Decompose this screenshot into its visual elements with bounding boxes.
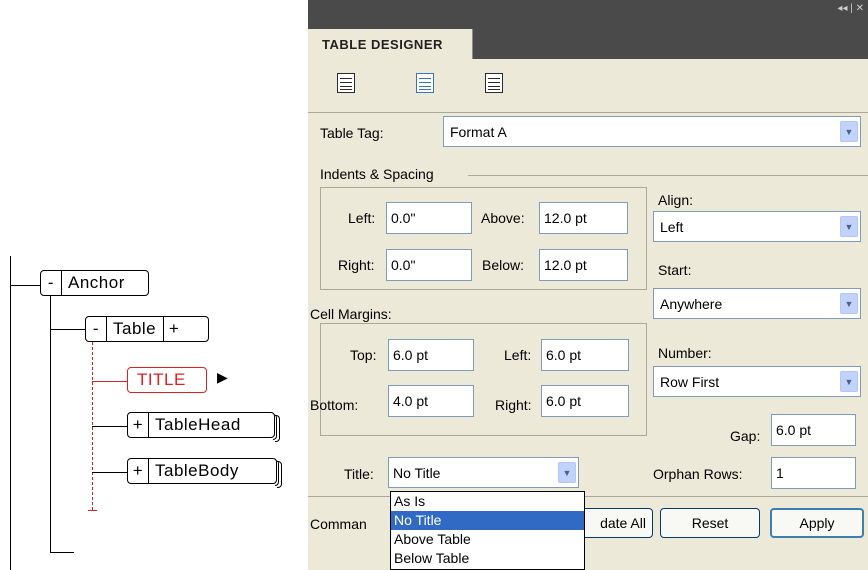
title-value: No Title xyxy=(393,464,441,481)
apply-button[interactable]: Apply xyxy=(770,508,864,538)
collapse-toggle[interactable]: - xyxy=(86,317,107,341)
right-margin-label: Right: xyxy=(495,397,532,413)
tab-bar-empty xyxy=(473,29,868,59)
table-tag-value: Format A xyxy=(450,123,507,140)
align-value: Left xyxy=(660,218,684,235)
collapse-toggle[interactable]: - xyxy=(41,271,62,295)
tab-table-designer[interactable]: TABLE DESIGNER xyxy=(312,29,473,59)
title-option[interactable]: As Is xyxy=(391,492,584,511)
title-options-list[interactable]: As Is No Title Above Table Below Table xyxy=(390,491,585,570)
title-option-selected[interactable]: No Title xyxy=(391,511,584,530)
above-spacing-input[interactable]: 12.0 pt xyxy=(539,202,628,234)
expand-toggle[interactable]: + xyxy=(128,459,149,483)
left-indent-label: Left: xyxy=(348,210,376,226)
node-label: Anchor xyxy=(68,273,125,292)
start-label: Start: xyxy=(658,262,692,278)
tree-root-line xyxy=(10,256,11,570)
tree-connector xyxy=(88,510,97,511)
tree-connector xyxy=(92,381,127,382)
number-select[interactable]: Row First ▼ xyxy=(653,366,861,397)
start-value: Anywhere xyxy=(660,295,723,312)
chevron-down-icon[interactable]: ▼ xyxy=(840,293,858,314)
top-margin-input[interactable]: 6.0 pt xyxy=(388,339,474,371)
right-margin-input[interactable]: 6.0 pt xyxy=(541,385,629,417)
below-spacing-label: Below: xyxy=(482,257,525,273)
left-indent-input[interactable]: 0.0" xyxy=(386,202,472,234)
update-all-label: date All xyxy=(600,515,646,531)
chevron-down-icon[interactable]: ▼ xyxy=(558,462,576,483)
tree-node-tablehead[interactable]: + TableHead xyxy=(127,412,280,442)
commands-label: Comman xyxy=(310,516,367,532)
reset-label: Reset xyxy=(691,515,729,531)
table-tag-label: Table Tag: xyxy=(320,125,384,141)
tree-connector xyxy=(50,296,51,552)
right-indent-label: Right: xyxy=(338,257,375,273)
tree-connector xyxy=(10,285,40,286)
tree-node-table[interactable]: - Table + xyxy=(85,316,209,342)
below-spacing-input[interactable]: 12.0 pt xyxy=(539,249,628,281)
orphan-rows-label: Orphan Rows: xyxy=(653,466,743,482)
insertion-marker-icon: ▶ xyxy=(217,369,228,385)
chevron-down-icon[interactable]: ▼ xyxy=(840,371,858,392)
table-designer-panel: ◂◂ | ✕ TABLE DESIGNER Table Tag: Format … xyxy=(308,0,868,570)
divider xyxy=(468,175,868,176)
panel-header-bar: ◂◂ | ✕ xyxy=(308,0,868,29)
align-label: Align: xyxy=(658,192,694,208)
right-indent-input[interactable]: 0.0" xyxy=(386,249,472,281)
expand-attributes-toggle[interactable]: + xyxy=(163,317,184,341)
left-margin-input[interactable]: 6.0 pt xyxy=(541,339,629,371)
table-ruling-icon[interactable] xyxy=(416,73,434,93)
cell-margins-heading: Cell Margins: xyxy=(310,306,392,322)
bottom-margin-label: Bottom: xyxy=(310,397,359,413)
node-label: TableHead xyxy=(155,415,241,434)
tree-connector xyxy=(50,552,74,553)
table-basic-icon[interactable] xyxy=(337,73,355,93)
title-option[interactable]: Above Table xyxy=(391,530,584,549)
gap-input[interactable]: 6.0 pt xyxy=(771,414,856,446)
chevron-down-icon[interactable]: ▼ xyxy=(840,216,858,237)
tree-connector xyxy=(92,472,127,473)
node-label: Table xyxy=(113,319,157,338)
panel-controls[interactable]: ◂◂ | ✕ xyxy=(837,3,864,14)
tree-connector xyxy=(92,426,127,427)
start-select[interactable]: Anywhere ▼ xyxy=(653,288,861,319)
node-label: TableBody xyxy=(155,461,239,480)
node-label: TITLE xyxy=(137,370,186,389)
above-spacing-label: Above: xyxy=(481,210,525,226)
number-label: Number: xyxy=(658,345,712,361)
chevron-down-icon[interactable]: ▼ xyxy=(840,121,858,142)
reset-button[interactable]: Reset xyxy=(660,508,760,538)
bottom-margin-input[interactable]: 4.0 pt xyxy=(388,385,474,417)
tree-node-anchor[interactable]: - Anchor xyxy=(40,270,149,296)
orphan-rows-input[interactable]: 1 xyxy=(771,457,856,489)
title-option[interactable]: Below Table xyxy=(391,549,584,568)
title-label: Title: xyxy=(344,466,374,482)
number-value: Row First xyxy=(660,373,720,390)
tree-node-title[interactable]: TITLE xyxy=(127,367,207,393)
left-margin-label: Left: xyxy=(504,347,532,363)
align-select[interactable]: Left ▼ xyxy=(653,211,861,242)
title-select[interactable]: No Title ▼ xyxy=(388,457,579,488)
indents-spacing-heading: Indents & Spacing xyxy=(320,166,434,182)
table-shading-icon[interactable] xyxy=(485,73,503,93)
tree-connector xyxy=(50,329,85,330)
top-margin-label: Top: xyxy=(350,347,377,363)
gap-label: Gap: xyxy=(730,428,761,444)
divider xyxy=(308,112,868,113)
apply-label: Apply xyxy=(799,515,835,531)
structure-tree: - Anchor - Table + TITLE ▶ + TableHead +… xyxy=(0,0,305,570)
tree-node-tablebody[interactable]: + TableBody xyxy=(127,458,282,488)
expand-toggle[interactable]: + xyxy=(128,413,149,437)
table-tag-select[interactable]: Format A ▼ xyxy=(443,116,861,147)
